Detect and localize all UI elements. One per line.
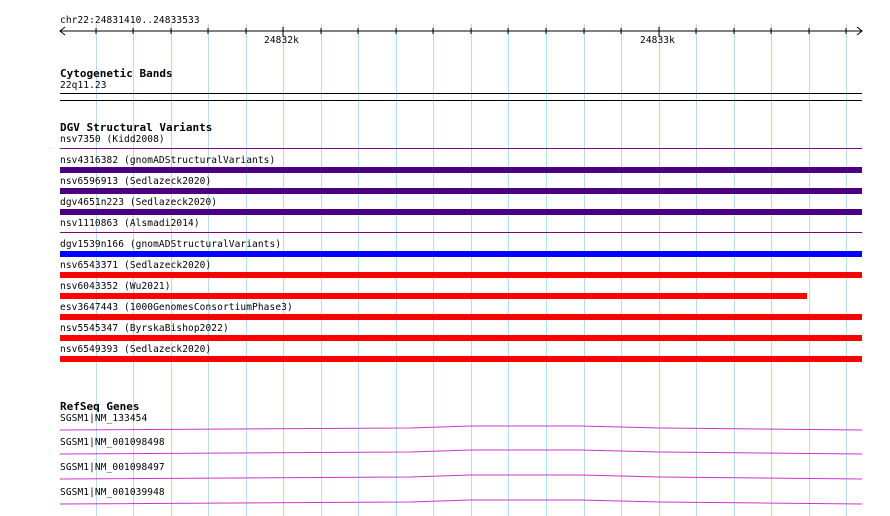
grid-line: [846, 24, 847, 516]
ruler-axis: [59, 26, 863, 36]
variant-feature[interactable]: [60, 209, 862, 215]
variant-label: dgv4651n223 (Sedlazeck2020): [60, 197, 218, 208]
variant-feature[interactable]: [60, 335, 862, 341]
variant-label: esv3647443 (1000GenomesConsortiumPhase3): [60, 302, 293, 313]
grid-line: [584, 24, 585, 516]
variant-label: nsv5545347 (ByrskaBishop2022): [60, 323, 229, 334]
grid-line: [471, 24, 472, 516]
grid-line: [433, 24, 434, 516]
grid-line: [321, 24, 322, 516]
variant-label: nsv6543371 (Sedlazeck2020): [60, 260, 212, 271]
location-label: chr22:24831410..24833533: [60, 15, 200, 26]
grid-line: [246, 24, 247, 516]
grid-line: [734, 24, 735, 516]
grid-line: [809, 24, 810, 516]
variant-feature[interactable]: [60, 272, 862, 278]
tick-label-24832k: 24832k: [264, 35, 299, 46]
refseq-track-title: RefSeq Genes: [60, 400, 140, 413]
variant-label: nsv7350 (Kidd2008): [60, 134, 165, 145]
variant-label: dgv1539n166 (gnomADStructuralVariants): [60, 239, 282, 250]
variant-feature[interactable]: [60, 314, 862, 320]
grid-line: [771, 24, 772, 516]
variant-label: nsv6043352 (Wu2021): [60, 281, 171, 292]
gene-feature[interactable]: [60, 496, 864, 508]
grid-line: [508, 24, 509, 516]
gene-feature[interactable]: [60, 446, 864, 458]
gene-feature[interactable]: [60, 422, 864, 434]
cytoband-band[interactable]: [60, 93, 862, 94]
tick-label-24833k: 24833k: [640, 35, 675, 46]
variant-feature[interactable]: [60, 356, 862, 362]
variant-label: nsv1110863 (Alsmadi2014): [60, 218, 200, 229]
dgv-track-title: DGV Structural Variants: [60, 121, 213, 134]
variant-feature[interactable]: [60, 293, 807, 299]
grid-line: [696, 24, 697, 516]
variant-feature[interactable]: [60, 251, 862, 257]
grid-line: [659, 24, 660, 516]
cytoband-band-lower: [60, 100, 862, 101]
cytoband-label: 22q11.23: [60, 80, 107, 91]
variant-feature[interactable]: [60, 148, 862, 149]
variant-feature[interactable]: [60, 188, 862, 194]
grid-line: [358, 24, 359, 516]
grid-line: [621, 24, 622, 516]
grid-line: [546, 24, 547, 516]
variant-label: nsv6549393 (Sedlazeck2020): [60, 344, 212, 355]
cytoband-track-title: Cytogenetic Bands: [60, 67, 173, 80]
variant-label: nsv4316382 (gnomADStructuralVariants): [60, 155, 276, 166]
gene-feature[interactable]: [60, 471, 864, 483]
variant-feature[interactable]: [60, 232, 862, 233]
grid-line: [283, 24, 284, 516]
variant-feature[interactable]: [60, 167, 862, 173]
variant-label: nsv6596913 (Sedlazeck2020): [60, 176, 212, 187]
grid-line: [396, 24, 397, 516]
